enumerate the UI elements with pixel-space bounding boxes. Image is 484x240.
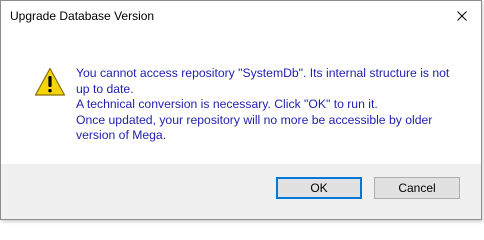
warning-message: You cannot access repository "SystemDb".… <box>76 66 456 144</box>
title-bar: Upgrade Database Version <box>1 1 481 31</box>
message-line: version of Mega. <box>76 128 167 143</box>
message-line: You cannot access repository "SystemDb".… <box>76 66 450 80</box>
upgrade-database-dialog: Upgrade Database Version You cannot acce… <box>0 0 482 220</box>
close-icon <box>457 11 467 21</box>
window-title: Upgrade Database Version <box>10 9 155 23</box>
cancel-button[interactable]: Cancel <box>374 177 460 199</box>
message-line: A technical conversion is necessary. Cli… <box>76 97 378 112</box>
message-line: Once updated, your repository will no mo… <box>76 112 433 127</box>
warning-icon <box>34 67 66 96</box>
ok-button[interactable]: OK <box>276 177 362 199</box>
message-line: up to date. <box>76 81 134 96</box>
close-button[interactable] <box>449 5 475 27</box>
button-bar: OK Cancel <box>1 164 481 219</box>
dialog-content: You cannot access repository "SystemDb".… <box>1 31 481 165</box>
